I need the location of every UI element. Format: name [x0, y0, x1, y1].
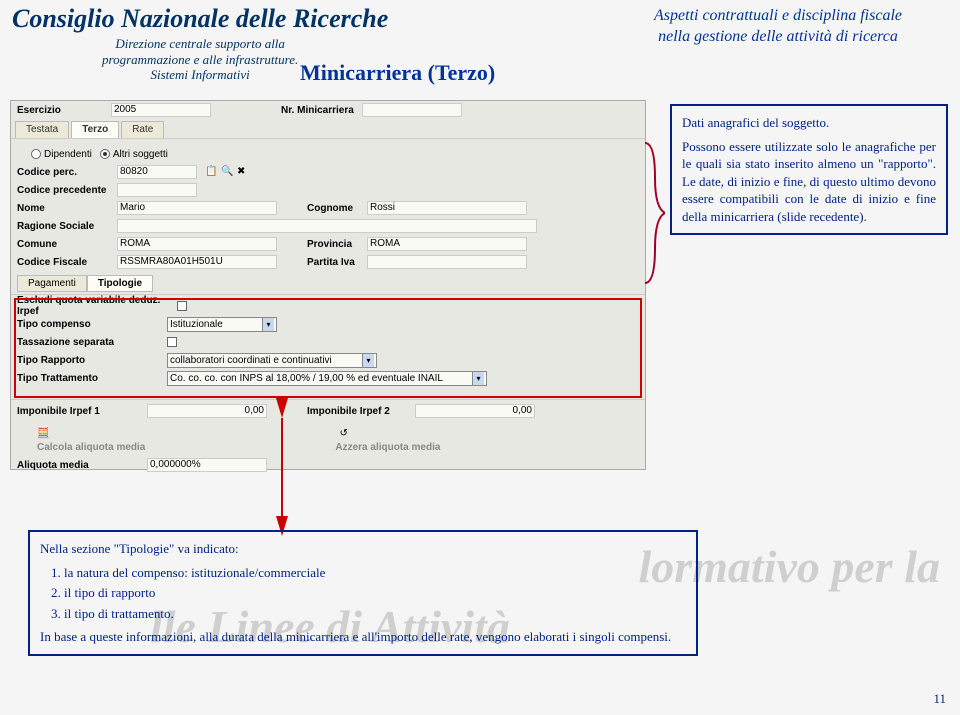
label-tipo-trattamento: Tipo Trattamento — [17, 373, 167, 384]
sub-tabs: Pagamenti Tipologie — [17, 275, 645, 292]
field-codice-perc[interactable]: 80820 — [117, 165, 197, 179]
note-li-text: la natura del compenso: istituzionale/co… — [64, 565, 325, 580]
label-calcola: Calcola aliquota media — [37, 442, 145, 453]
note-li-text: il tipo di trattamento. — [64, 606, 174, 621]
note-paragraph: Possono essere utilizzate solo le anagra… — [682, 138, 936, 226]
note-list-item: il tipo di rapporto — [64, 584, 686, 602]
field-comune[interactable]: ROMA — [117, 237, 277, 251]
checkbox-escludi[interactable] — [177, 301, 187, 311]
note-anagrafici: Dati anagrafici del soggetto. Possono es… — [670, 104, 948, 235]
subtab-pagamenti[interactable]: Pagamenti — [17, 275, 87, 292]
page-title: Minicarriera (Terzo) — [300, 60, 495, 86]
label-ragione-sociale: Ragione Sociale — [17, 221, 117, 232]
dir-line: Sistemi Informativi — [150, 67, 249, 82]
field-partita-iva[interactable] — [367, 255, 527, 269]
label-nr-minicarriera: Nr. Minicarriera — [281, 105, 354, 116]
chevron-down-icon: ▾ — [262, 318, 274, 331]
reset-icon[interactable]: ↺ — [339, 428, 347, 439]
label-nome: Nome — [17, 203, 117, 214]
page-number: 11 — [933, 691, 946, 707]
field-aliquota[interactable]: 0,000000% — [147, 458, 267, 472]
tab-testata[interactable]: Testata — [15, 121, 69, 138]
main-tabs: Testata Terzo Rate — [11, 119, 645, 139]
note-list-item: la natura del compenso: istituzionale/co… — [64, 564, 686, 582]
field-nr-minicarriera[interactable] — [362, 103, 462, 117]
dir-line: Direzione centrale supporto alla — [115, 36, 285, 51]
checkbox-tassazione[interactable] — [167, 337, 177, 347]
label-partita-iva: Partita Iva — [307, 257, 367, 268]
note-tipologie: Nella sezione "Tipologie" va indicato: l… — [28, 530, 698, 656]
tab-rate[interactable]: Rate — [121, 121, 164, 138]
tab-terzo[interactable]: Terzo — [71, 121, 119, 138]
arrow-down-icon — [276, 398, 288, 418]
field-imponibile1[interactable]: 0,00 — [147, 404, 267, 418]
select-tipo-rapporto[interactable]: collaboratori coordinati e continuativi ▾ — [167, 353, 377, 368]
note-intro: Nella sezione "Tipologie" va indicato: — [40, 540, 686, 558]
header-subtitle: Aspetti contrattuali e disciplina fiscal… — [608, 6, 948, 48]
dir-line: programmazione e alle infrastrutture. — [102, 52, 298, 67]
label-codice-precedente: Codice precedente — [17, 185, 117, 196]
field-cognome[interactable]: Rossi — [367, 201, 527, 215]
label-tipo-rapporto: Tipo Rapporto — [17, 355, 167, 366]
label-codice-perc: Codice perc. — [17, 167, 117, 178]
label-codice-fiscale: Codice Fiscale — [17, 257, 117, 268]
label-tassazione: Tassazione separata — [17, 337, 167, 348]
subtitle-line: nella gestione delle attività di ricerca — [658, 28, 898, 45]
bracket-connector — [645, 138, 665, 288]
chevron-down-icon: ▾ — [362, 354, 374, 367]
copy-icon[interactable]: 📋 — [205, 166, 217, 178]
field-codice-precedente[interactable] — [117, 183, 197, 197]
subtab-tipologie[interactable]: Tipologie — [87, 275, 153, 292]
label-azzera: Azzera aliquota media — [335, 442, 440, 453]
label-aliquota: Aliquota media — [17, 460, 117, 471]
note-paragraph: Dati anagrafici del soggetto. — [682, 114, 936, 132]
note-list-item: il tipo di trattamento. — [64, 605, 686, 623]
label-imponibile2: Imponibile Irpef 2 — [307, 406, 407, 417]
field-codice-fiscale[interactable]: RSSMRA80A01H501U — [117, 255, 277, 269]
field-imponibile2[interactable]: 0,00 — [415, 404, 535, 418]
label-tipo-compenso: Tipo compenso — [17, 319, 167, 330]
calc-icon[interactable]: 🧮 — [37, 428, 49, 439]
select-value: Istituzionale — [170, 319, 223, 330]
label-dipendenti: Dipendenti — [44, 149, 92, 160]
field-esercizio[interactable]: 2005 — [111, 103, 211, 117]
label-cognome: Cognome — [307, 203, 367, 214]
radio-dipendenti[interactable] — [31, 149, 41, 159]
form-panel: Esercizio 2005 Nr. Minicarriera Testata … — [10, 100, 646, 470]
label-altri-soggetti: Altri soggetti — [113, 149, 168, 160]
label-provincia: Provincia — [307, 239, 367, 250]
chevron-down-icon: ▾ — [472, 372, 484, 385]
label-imponibile1: Imponibile Irpef 1 — [17, 406, 117, 417]
label-comune: Comune — [17, 239, 117, 250]
search-icon[interactable]: 🔍 — [221, 166, 233, 178]
select-value: collaboratori coordinati e continuativi — [170, 355, 332, 366]
field-ragione-sociale[interactable] — [117, 219, 537, 233]
org-name: Consiglio Nazionale delle Ricerche — [12, 4, 388, 34]
field-provincia[interactable]: ROMA — [367, 237, 527, 251]
clear-icon[interactable]: ✖ — [237, 166, 249, 178]
radio-altri-soggetti[interactable] — [100, 149, 110, 159]
label-escludi-quota: Escludi quota variabile deduz. Irpef — [17, 295, 177, 317]
label-esercizio: Esercizio — [17, 105, 77, 116]
select-tipo-trattamento[interactable]: Co. co. co. con INPS al 18,00% / 19,00 %… — [167, 371, 487, 386]
field-nome[interactable]: Mario — [117, 201, 277, 215]
note-outro: In base a queste informazioni, alla dura… — [40, 628, 686, 646]
subtitle-line: Aspetti contrattuali e disciplina fiscal… — [654, 7, 902, 24]
select-value: Co. co. co. con INPS al 18,00% / 19,00 %… — [170, 373, 443, 384]
select-tipo-compenso[interactable]: Istituzionale ▾ — [167, 317, 277, 332]
note-li-text: il tipo di rapporto — [64, 585, 155, 600]
arrow-line — [281, 418, 283, 530]
